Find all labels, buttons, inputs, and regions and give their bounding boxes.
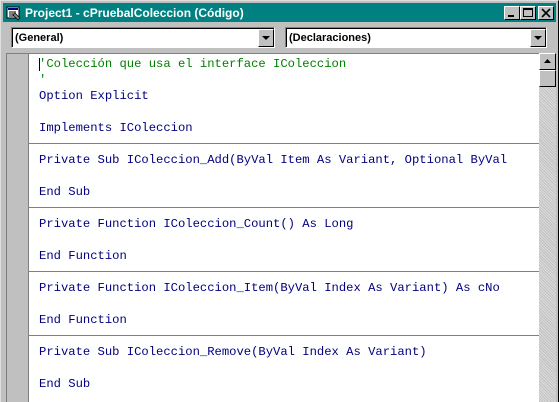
maximize-icon: [523, 7, 533, 17]
code-line[interactable]: [39, 232, 539, 248]
procedure-combo-field: (Declaraciones): [286, 28, 546, 47]
title-bar[interactable]: Project1 - cPruebalColeccion (Código): [3, 3, 556, 22]
code-line[interactable]: Private Sub IColeccion_Remove(ByVal Inde…: [39, 344, 539, 360]
code-editor[interactable]: 'Colección que usa el interface IColecci…: [6, 53, 539, 402]
procedure-combo-value: (Declaraciones): [289, 32, 371, 44]
margin-indicator-bar[interactable]: [7, 54, 29, 402]
procedure-separator: [29, 143, 539, 144]
chevron-down-icon: [262, 36, 270, 40]
code-line[interactable]: End Function: [39, 248, 539, 264]
code-line[interactable]: [39, 264, 539, 280]
minimize-icon: [508, 14, 514, 17]
procedure-combo-dropdown-button[interactable]: [530, 29, 546, 47]
code-line[interactable]: End Function: [39, 312, 539, 328]
code-line[interactable]: End Sub: [39, 376, 539, 392]
code-line[interactable]: End Sub: [39, 184, 539, 200]
code-line[interactable]: Option Explicit: [39, 88, 539, 104]
code-line[interactable]: [39, 136, 539, 152]
scrollbar-track[interactable]: [539, 53, 556, 402]
window-title: Project1 - cPruebalColeccion (Código): [25, 5, 244, 20]
code-line[interactable]: [39, 392, 539, 402]
chevron-down-icon: [534, 36, 542, 40]
close-icon: [541, 7, 551, 18]
procedure-separator: [29, 271, 539, 272]
scroll-up-button[interactable]: [539, 53, 556, 70]
code-line[interactable]: Implements IColeccion: [39, 120, 539, 136]
code-line[interactable]: [39, 168, 539, 184]
code-line[interactable]: [39, 360, 539, 376]
procedure-separator: [29, 335, 539, 336]
text-cursor: [39, 58, 40, 71]
code-line[interactable]: [39, 328, 539, 344]
procedure-separator: [29, 207, 539, 208]
close-button[interactable]: [538, 5, 554, 20]
code-line[interactable]: [39, 104, 539, 120]
minimize-button[interactable]: [504, 5, 520, 20]
code-area[interactable]: 'Colección que usa el interface IColecci…: [39, 56, 539, 402]
code-line[interactable]: 'Colección que usa el interface IColecci…: [39, 56, 539, 72]
code-line[interactable]: ': [39, 72, 539, 88]
code-line[interactable]: Private Function IColeccion_Item(ByVal I…: [39, 280, 539, 296]
maximize-button[interactable]: [520, 5, 536, 20]
code-window: Project1 - cPruebalColeccion (Código) (G…: [0, 0, 559, 402]
object-combo-field: (General): [12, 28, 274, 47]
object-combo-value: (General): [15, 32, 64, 44]
vertical-scrollbar[interactable]: [539, 53, 556, 402]
procedure-combo[interactable]: (Declaraciones): [285, 27, 547, 48]
title-buttons: [504, 5, 554, 20]
code-line[interactable]: Private Sub IColeccion_Add(ByVal Item As…: [39, 152, 539, 168]
code-line[interactable]: Private Function IColeccion_Count() As L…: [39, 216, 539, 232]
object-combo-dropdown-button[interactable]: [258, 29, 274, 47]
code-window-icon[interactable]: [6, 5, 22, 21]
scrollbar-thumb[interactable]: [539, 70, 556, 87]
code-line[interactable]: [39, 200, 539, 216]
arrow-up-icon: [544, 59, 551, 63]
object-combo[interactable]: (General): [11, 27, 275, 48]
code-line[interactable]: [39, 296, 539, 312]
combo-bar: (General) (Declaraciones): [3, 22, 556, 50]
